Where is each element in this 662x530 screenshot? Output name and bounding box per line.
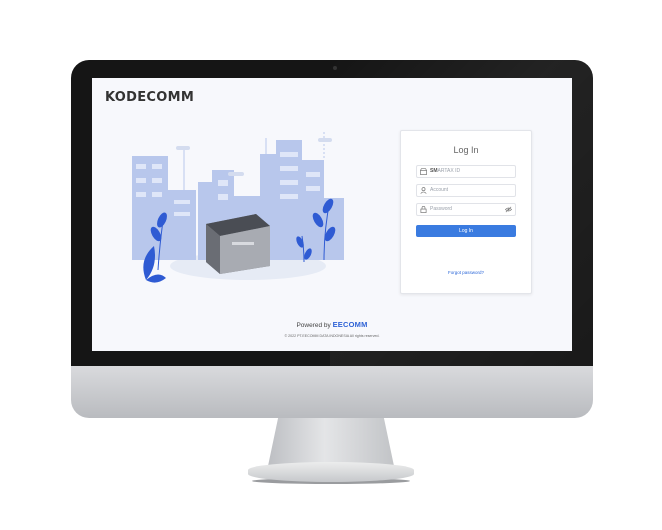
lock-icon [420,206,427,213]
monitor-chin [71,366,593,418]
brand-logo: KODECOMM [105,90,195,105]
password-field[interactable]: Password [416,203,516,216]
login-screen: KODECOMM Log In SMARTAX ID Account Passw… [92,78,572,351]
powered-by: Powered by EECOMM [92,320,572,329]
monitor-stand-neck [268,418,394,466]
login-button[interactable]: Log In [416,225,516,237]
password-placeholder: Password [430,206,452,212]
eecomm-logo: EECOMM [332,320,368,329]
receipt-printer-icon [206,214,270,274]
powered-by-label: Powered by [296,322,331,329]
copyright-text: © 2022 PT.EECOMM DATA INDONESIA All righ… [284,334,380,338]
eye-off-icon[interactable] [505,206,512,213]
city-printer-illustration [132,132,344,283]
login-card: Log In SMARTAX ID Account Password Log I… [400,130,532,294]
store-icon [420,168,427,175]
monitor-stand-base [248,462,414,482]
user-icon [420,187,427,194]
account-field[interactable]: Account [416,184,516,197]
account-placeholder: Account [430,187,449,193]
webcam-icon [333,66,337,70]
login-title: Log In [453,145,479,155]
smartax-id-field[interactable]: SMARTAX ID [416,165,516,178]
smartax-id-placeholder: SMARTAX ID [430,168,461,174]
forgot-password-link[interactable]: Forgot password? [401,270,531,275]
